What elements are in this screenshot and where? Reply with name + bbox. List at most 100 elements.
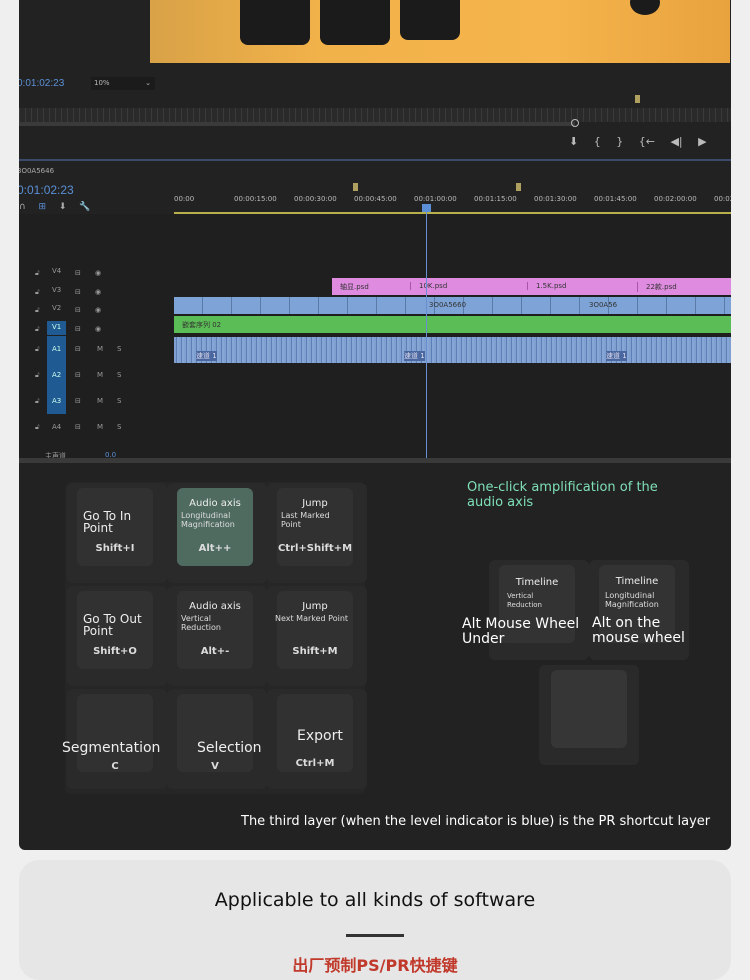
wheel-key-blank[interactable] <box>539 665 639 765</box>
ruler-tick-label: 00:00 <box>174 195 195 203</box>
divider <box>19 159 731 161</box>
divider <box>346 934 404 937</box>
solo-button[interactable]: S <box>117 423 121 431</box>
master-track: 主声道 0.0 <box>19 442 174 468</box>
track-header[interactable]: 🔓︎ A2 ⊟ M S <box>19 362 174 388</box>
lock-icon[interactable]: 🔓︎ <box>35 423 40 432</box>
track-name[interactable]: V2 <box>47 302 66 316</box>
section-card: Applicable to all kinds of software 出厂预制… <box>19 860 731 980</box>
sync-icon[interactable]: ⊟ <box>75 371 81 379</box>
section-subtitle: 出厂预制PS/PR快捷键 <box>292 956 458 975</box>
mute-button[interactable]: M <box>97 345 103 353</box>
solo-button[interactable]: S <box>117 345 121 353</box>
lock-icon[interactable]: 🔓︎ <box>35 269 40 278</box>
v2-clip-track[interactable]: 3O0A5660 3O0A56 <box>174 297 731 314</box>
zoom-value: 10% <box>94 79 110 87</box>
eye-icon[interactable]: ◉ <box>95 269 101 277</box>
shortcut-key[interactable]: Go To Out Point Shift+O <box>67 586 167 686</box>
zoom-select[interactable]: 10% ⌄ <box>91 77 155 90</box>
sync-icon[interactable]: ⊟ <box>75 269 81 277</box>
lock-icon[interactable]: 🔓︎ <box>35 397 40 406</box>
v1-clip[interactable]: 嵌套序列 02 <box>174 316 731 333</box>
lock-icon[interactable]: 🔓︎ <box>35 371 40 380</box>
sync-icon[interactable]: ⊟ <box>75 423 81 431</box>
sequence-timecode: 0:01:02:23 <box>19 183 74 197</box>
lock-icon[interactable]: 🔓︎ <box>35 306 40 315</box>
eye-icon[interactable]: ◉ <box>95 288 101 296</box>
track-name[interactable]: A4 <box>47 414 66 440</box>
ruler-tick-label: 00:01:30:00 <box>534 195 577 203</box>
shortcut-key[interactable]: Audio axis Vertical Reduction Alt+- <box>167 586 267 686</box>
lock-icon[interactable]: 🔓︎ <box>35 288 40 297</box>
mute-button[interactable]: M <box>97 397 103 405</box>
track-area[interactable]: 轴显.psd 10K.psd 1.5K.psd 22款.psd 3O0A5660… <box>174 214 731 458</box>
key-shortcut: Alt++ <box>198 543 232 554</box>
track-name[interactable]: V4 <box>47 265 66 279</box>
sync-icon[interactable]: ⊟ <box>75 325 81 333</box>
playhead[interactable] <box>426 205 427 458</box>
wheel-down-label: Alt Mouse Wheel Under <box>462 616 580 647</box>
track-name[interactable]: A3 <box>47 388 67 414</box>
mute-button[interactable]: M <box>97 371 103 379</box>
v3-clip-track[interactable]: 轴显.psd 10K.psd 1.5K.psd 22款.psd <box>332 278 731 295</box>
mute-button[interactable]: M <box>97 423 103 431</box>
section-title: Applicable to all kinds of software <box>214 889 536 911</box>
shortcut-key[interactable]: Jump Last Marked Point Ctrl+Shift+M <box>267 483 367 583</box>
ruler-tick-label: 00:01:00:00 <box>414 195 457 203</box>
shortcut-key[interactable]: Selection V <box>167 689 267 789</box>
key-shortcut: Ctrl+M <box>295 758 335 769</box>
track-name[interactable]: V3 <box>47 284 66 298</box>
shortcut-key[interactable]: Audio axis Longitudinal Magnification Alt+… <box>167 483 267 583</box>
shortcut-key[interactable]: Export Ctrl+M <box>267 689 367 789</box>
premiere-panel: 0:01:02:23 10% ⌄ ⬇ { } {← ◀| ▶ 3O0A5646 0… <box>19 0 731 850</box>
wrench-icon: 🔧 <box>79 202 91 212</box>
clip-label: 嵌套序列 02 <box>182 321 222 329</box>
transport-controls[interactable]: ⬇ { } {← ◀| ▶ <box>569 135 707 148</box>
lock-icon[interactable]: 🔓︎ <box>35 325 40 334</box>
timeline-scrollbar[interactable] <box>19 458 731 463</box>
shortcut-key[interactable]: Jump Next Marked Point Shift+M <box>267 586 367 686</box>
shortcut-key[interactable]: Segmentation C <box>62 689 167 789</box>
clip-label: 1.5K.psd <box>527 282 566 290</box>
sync-icon[interactable]: ⊟ <box>75 345 81 353</box>
ruler-tick-label: 00:01:15:00 <box>474 195 517 203</box>
clip-label: 速道 1 <box>606 351 627 361</box>
track-header[interactable]: 🔓︎ A4 ⊟ M S <box>19 414 174 440</box>
program-timecode: 0:01:02:23 <box>19 78 65 89</box>
track-name[interactable]: A1 <box>47 336 67 362</box>
key-subtitle: Next Marked Point <box>275 614 349 623</box>
ruler-tick-label: 00:02:00:00 <box>654 195 697 203</box>
eye-icon[interactable]: ◉ <box>95 306 101 314</box>
solo-button[interactable]: S <box>117 397 121 405</box>
time-ruler[interactable]: 00:00 00:00:15:00 00:00:30:00 00:00:45:00 00… <box>174 194 731 214</box>
clip-label: 轴显.psd <box>340 283 369 291</box>
lock-icon[interactable]: 🔓︎ <box>35 345 40 354</box>
playhead-handle[interactable] <box>422 204 431 212</box>
step-back-icon: ◀| <box>670 135 683 148</box>
scroll-bar[interactable] <box>19 122 575 126</box>
clip-label: 22款.psd <box>637 282 677 292</box>
wheel-up-label: Alt on the mouse wheel <box>592 615 685 646</box>
clip-label: 3O0A56 <box>589 301 618 309</box>
timeline-tools[interactable]: ∩ ⊞ ⬇ 🔧 <box>19 202 91 212</box>
sync-icon[interactable]: ⊟ <box>75 306 81 314</box>
clip-label: 3O0A5660 <box>429 301 467 309</box>
a1-audio-clip[interactable]: 速道 1 速道 1 速道 1 <box>174 337 731 363</box>
key-title: Segmentation <box>62 740 161 756</box>
track-name[interactable]: A2 <box>47 362 67 388</box>
ruler-tick-label: 00:02:15:00 <box>714 195 731 203</box>
track-header[interactable]: 🔓︎ A1 ⊟ M S <box>19 336 174 362</box>
track-name[interactable]: V1 <box>47 320 67 335</box>
key-title: Timeline <box>615 576 659 587</box>
shortcut-key[interactable]: Go To In Point Shift+I <box>67 483 167 583</box>
sync-icon[interactable]: ⊟ <box>75 288 81 296</box>
key-title: Audio axis <box>189 498 241 509</box>
key-title: Audio axis <box>189 601 241 612</box>
track-header[interactable]: 🔓︎ A3 ⊟ M S <box>19 388 174 414</box>
sync-icon[interactable]: ⊟ <box>75 397 81 405</box>
add-marker-icon: ⬇ <box>569 135 579 148</box>
solo-button[interactable]: S <box>117 371 121 379</box>
playhead-handle[interactable] <box>571 119 579 127</box>
ruler-tick-label: 00:01:45:00 <box>594 195 637 203</box>
eye-icon[interactable]: ◉ <box>95 325 101 333</box>
